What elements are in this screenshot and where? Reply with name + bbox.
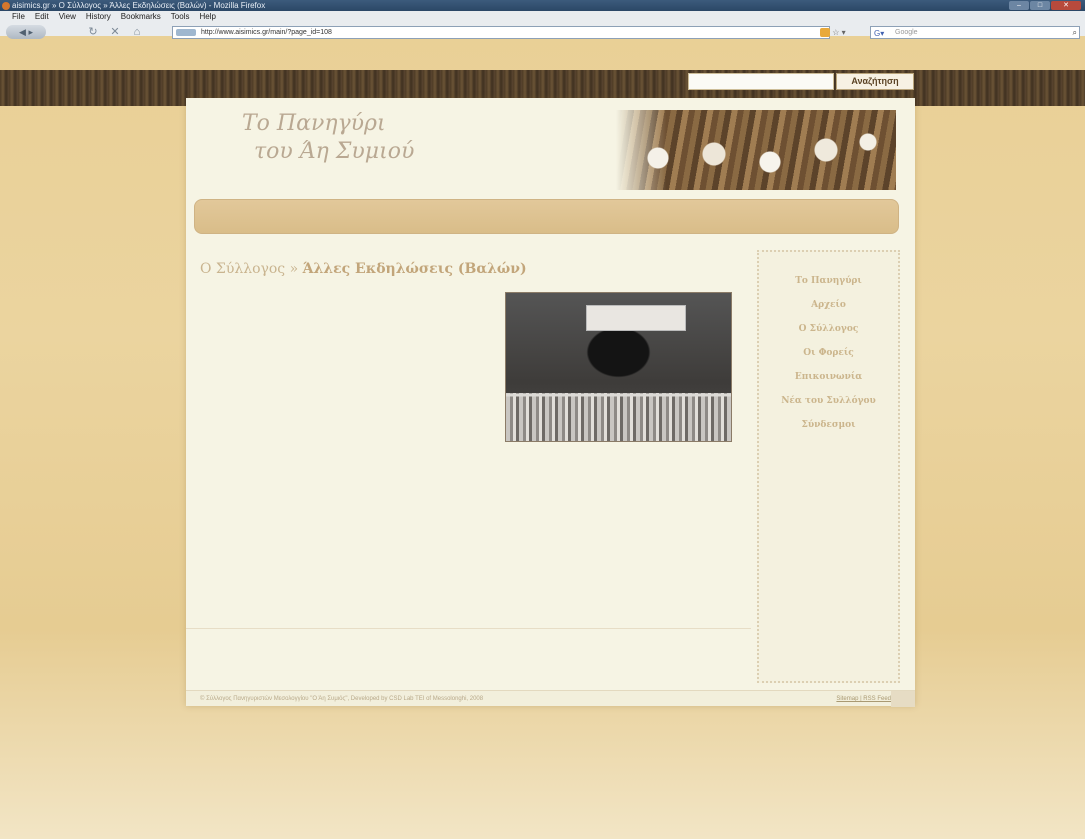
stop-icon[interactable]: ✕ xyxy=(108,25,122,39)
menu-history[interactable]: History xyxy=(86,11,111,23)
firefox-icon xyxy=(2,2,10,10)
google-icon[interactable]: G▾ xyxy=(874,28,884,39)
menu-bookmarks[interactable]: Bookmarks xyxy=(121,11,161,23)
url-actions: ☆ ▾ xyxy=(820,26,860,39)
site-logo[interactable]: Το Πανηγύρι του Άη Συμιού xyxy=(242,110,462,166)
article-photo[interactable] xyxy=(505,292,732,442)
menu-bar: File Edit View History Bookmarks Tools H… xyxy=(12,11,216,23)
browser-search-placeholder: Google xyxy=(895,29,918,36)
site-identity-icon[interactable] xyxy=(176,29,196,36)
back-button[interactable]: ◀ ▸ xyxy=(6,25,46,39)
menu-tools[interactable]: Tools xyxy=(171,11,190,23)
site-search-input[interactable] xyxy=(688,73,834,90)
sidebar-item-news[interactable]: Νέα του Συλλόγου xyxy=(759,389,898,413)
browser-toolbar: File Edit View History Bookmarks Tools H… xyxy=(0,11,1085,39)
top-nav-band xyxy=(194,199,899,234)
window-titlebar: aisimics.gr » Ο Σύλλογος » Άλλες Εκδηλώσ… xyxy=(0,0,1085,11)
close-icon[interactable]: ✕ xyxy=(1051,1,1081,10)
sidebar-item-panigyri[interactable]: Το Πανηγύρι xyxy=(759,269,898,293)
sidebar-menu: Το Πανηγύρι Αρχείο Ο Σύλλογος Οι Φορείς … xyxy=(757,250,900,683)
menu-edit[interactable]: Edit xyxy=(35,11,49,23)
search-icon[interactable]: ⌕ xyxy=(1073,27,1077,38)
menu-help[interactable]: Help xyxy=(199,11,215,23)
reload-icon[interactable]: ↻ xyxy=(86,25,100,39)
url-text: http://www.aisimics.gr/main/?page_id=108 xyxy=(201,29,332,36)
logo-line1: Το Πανηγύρι xyxy=(242,111,386,136)
address-bar[interactable]: http://www.aisimics.gr/main/?page_id=108 xyxy=(172,26,830,39)
sidebar-item-contact[interactable]: Επικοινωνία xyxy=(759,365,898,389)
footer-tab xyxy=(891,691,915,707)
breadcrumb-current: Άλλες Εκδηλώσεις (Βαλών) xyxy=(302,261,527,277)
site-search-button[interactable]: Αναζήτηση xyxy=(836,73,914,90)
page-container: Το Πανηγύρι του Άη Συμιού Ο Σύλλογος » Ά… xyxy=(186,98,915,707)
navigation-row: ◀ ▸ ↻ ✕ ⌂ http://www.aisimics.gr/main/?p… xyxy=(0,25,1085,41)
bookmark-star-icon[interactable]: ☆ ▾ xyxy=(832,28,845,37)
sidebar-item-archive[interactable]: Αρχείο xyxy=(759,293,898,317)
minimize-icon[interactable]: – xyxy=(1009,1,1029,10)
photo-banner xyxy=(586,305,686,331)
breadcrumb-parent-link[interactable]: Ο Σύλλογος » xyxy=(200,261,298,277)
header-photo xyxy=(616,110,896,190)
sidebar-item-links[interactable]: Σύνδεσμοι xyxy=(759,413,898,437)
logo-line2: του Άη Συμιού xyxy=(254,139,415,164)
browser-search-bar[interactable]: G▾ Google ⌕ xyxy=(870,26,1080,39)
window-controls: – □ ✕ xyxy=(1009,1,1081,10)
window-title: aisimics.gr » Ο Σύλλογος » Άλλες Εκδηλώσ… xyxy=(12,1,266,10)
home-icon[interactable]: ⌂ xyxy=(130,25,144,39)
maximize-icon[interactable]: □ xyxy=(1030,1,1050,10)
sidebar-item-association[interactable]: Ο Σύλλογος xyxy=(759,317,898,341)
menu-file[interactable]: File xyxy=(12,11,25,23)
page-footer: © Σύλλογος Πανηγυριστών Μεσολογγίου "Ο Ά… xyxy=(186,690,915,707)
sidebar-item-bodies[interactable]: Οι Φορείς xyxy=(759,341,898,365)
footer-links[interactable]: Sitemap | RSS Feed xyxy=(836,691,891,707)
rss-icon[interactable] xyxy=(820,28,830,38)
menu-view[interactable]: View xyxy=(59,11,76,23)
content-divider xyxy=(186,628,751,629)
breadcrumb: Ο Σύλλογος » Άλλες Εκδηλώσεις (Βαλών) xyxy=(200,261,527,277)
footer-copyright: © Σύλλογος Πανηγυριστών Μεσολογγίου "Ο Ά… xyxy=(200,696,484,702)
